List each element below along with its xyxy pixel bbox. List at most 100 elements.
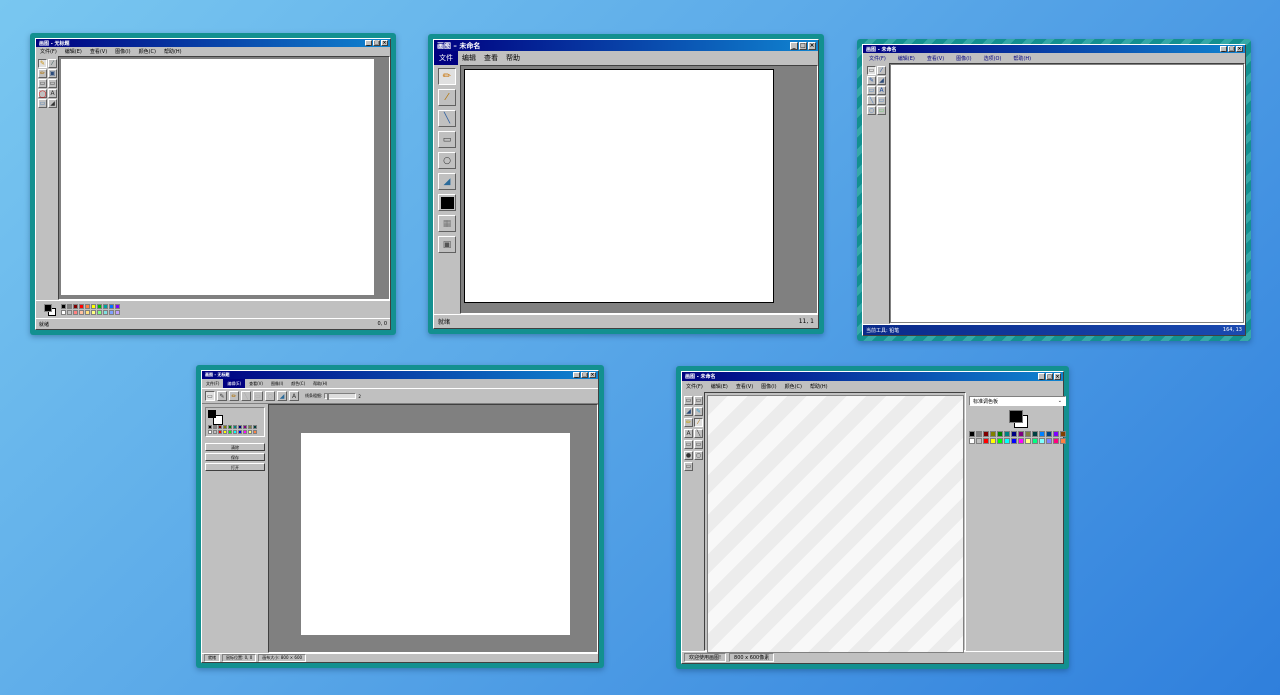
menu-help[interactable]: 帮助(H): [806, 383, 832, 390]
palette-swatch[interactable]: [73, 304, 78, 309]
palette-swatch[interactable]: [208, 430, 212, 434]
palette-swatch[interactable]: [976, 438, 982, 444]
text-tool-icon[interactable]: A: [684, 429, 693, 438]
palette-swatch[interactable]: [1004, 438, 1010, 444]
minimize-icon[interactable]: _: [1220, 46, 1227, 52]
maximize-icon[interactable]: □: [581, 372, 588, 378]
menu-view[interactable]: 查看(V): [921, 55, 950, 62]
palette-swatch[interactable]: [91, 310, 96, 315]
fill-bucket-icon[interactable]: ◢: [877, 76, 886, 85]
palette-swatch[interactable]: [213, 430, 217, 434]
ellipse-tool-icon[interactable]: ○: [694, 451, 703, 460]
palette-swatch[interactable]: [115, 304, 120, 309]
close-icon[interactable]: ×: [808, 41, 816, 50]
brush-tool-icon[interactable]: ✏: [229, 391, 239, 401]
palette-swatch[interactable]: [1060, 431, 1066, 437]
select-tool-icon[interactable]: ▭: [38, 79, 47, 88]
drawing-canvas[interactable]: [890, 64, 1244, 323]
menu-help[interactable]: 帮助(H): [1007, 55, 1037, 62]
fill-bucket-icon[interactable]: ◢: [684, 407, 693, 416]
palette-swatch[interactable]: [73, 310, 78, 315]
palette-swatch[interactable]: [1025, 431, 1031, 437]
pencil-tool-icon[interactable]: ✎: [867, 76, 876, 85]
drawing-canvas[interactable]: [61, 59, 374, 295]
palette-swatch[interactable]: [1053, 438, 1059, 444]
palette-swatch[interactable]: [1053, 431, 1059, 437]
palette-swatch[interactable]: [253, 430, 257, 434]
palette-swatch[interactable]: [1011, 438, 1017, 444]
line-tool-icon[interactable]: ╲: [241, 391, 251, 401]
rounded-rect-icon[interactable]: ▭: [684, 462, 693, 471]
palette-swatch[interactable]: [1060, 438, 1066, 444]
palette-swatch[interactable]: [1025, 438, 1031, 444]
open-button[interactable]: 打开: [205, 463, 265, 471]
palette-swatch[interactable]: [976, 431, 982, 437]
palette-swatch[interactable]: [208, 425, 212, 429]
palette-swatch[interactable]: [1046, 431, 1052, 437]
maximize-icon[interactable]: □: [1228, 46, 1235, 52]
palette-swatch[interactable]: [79, 310, 84, 315]
rectangle-tool-icon[interactable]: ▭: [438, 131, 456, 148]
menu-view[interactable]: 查看(V): [732, 383, 757, 390]
line-width-slider[interactable]: [324, 393, 357, 400]
fill-bucket-icon[interactable]: ◢: [277, 391, 287, 401]
palette-swatch[interactable]: [67, 310, 72, 315]
palette-swatch[interactable]: [990, 431, 996, 437]
minimize-icon[interactable]: _: [1038, 373, 1045, 380]
menu-edit[interactable]: 编辑(E): [707, 383, 732, 390]
palette-swatch[interactable]: [969, 431, 975, 437]
palette-swatch[interactable]: [223, 430, 227, 434]
brush-tool-icon[interactable]: ⁄: [48, 59, 57, 68]
palette-swatch[interactable]: [233, 425, 237, 429]
drawing-canvas[interactable]: [707, 395, 964, 653]
rectangle-tool-icon[interactable]: ▭: [877, 96, 886, 105]
palette-swatch[interactable]: [248, 425, 252, 429]
rectangle-tool-icon[interactable]: ▭: [694, 440, 703, 449]
palette-swatch[interactable]: [969, 438, 975, 444]
free-select-icon[interactable]: ▭: [684, 396, 693, 405]
palette-swatch[interactable]: [97, 310, 102, 315]
text-tool-icon[interactable]: A: [48, 89, 57, 98]
menu-options[interactable]: 选项(O): [978, 55, 1008, 62]
ellipse-tool-icon[interactable]: ○: [265, 391, 275, 401]
palette-swatch[interactable]: [85, 310, 90, 315]
palette-swatch[interactable]: [248, 430, 252, 434]
pencil-tool-icon[interactable]: ✎: [217, 391, 227, 401]
fill-bucket-icon[interactable]: ▣: [48, 69, 57, 78]
color-swatch[interactable]: [438, 194, 456, 211]
palette-swatch[interactable]: [253, 425, 257, 429]
menu-colors[interactable]: 颜色(C): [287, 381, 309, 387]
palette-swatch[interactable]: [1032, 438, 1038, 444]
title-bar[interactable]: 画图 - 无标题 _ □ ×: [202, 371, 598, 379]
palette-swatch[interactable]: [79, 304, 84, 309]
menu-file[interactable]: 文件(F): [863, 55, 892, 62]
drawing-canvas[interactable]: [464, 69, 774, 303]
menu-edit[interactable]: 编辑(E): [61, 48, 86, 55]
minimize-icon[interactable]: _: [573, 372, 580, 378]
palette-swatch[interactable]: [243, 430, 247, 434]
save-button[interactable]: 保存: [205, 453, 265, 461]
pencil-tool-icon[interactable]: ⁄: [694, 418, 703, 427]
eraser-tool-icon[interactable]: ▭: [867, 86, 876, 95]
slider-thumb[interactable]: [327, 393, 330, 400]
palette-swatch[interactable]: [1004, 431, 1010, 437]
fill-bucket-icon[interactable]: ◢: [438, 173, 456, 190]
palette-swatch[interactable]: [997, 431, 1003, 437]
menu-image[interactable]: 图像(I): [267, 381, 287, 387]
palette-swatch[interactable]: [218, 430, 222, 434]
title-bar[interactable]: 画图 - 未命名 _ □ ×: [682, 372, 1063, 381]
menu-file[interactable]: 文件(F): [682, 383, 707, 390]
menu-file[interactable]: 文件(F): [36, 48, 61, 55]
menu-help[interactable]: 帮助(H): [160, 48, 186, 55]
close-icon[interactable]: ×: [381, 40, 388, 46]
palette-swatch[interactable]: [109, 304, 114, 309]
palette-select[interactable]: 标准调色板 ⌄: [969, 396, 1066, 406]
title-bar[interactable]: 画图 - 无标题 _ □ ×: [36, 39, 390, 47]
minimize-icon[interactable]: _: [790, 41, 798, 50]
menu-view[interactable]: 查看(V): [86, 48, 111, 55]
ellipse-tool-icon[interactable]: ○: [438, 152, 456, 169]
palette-swatch[interactable]: [218, 425, 222, 429]
pencil-tool-icon[interactable]: ✏: [438, 68, 456, 85]
maximize-icon[interactable]: □: [1046, 373, 1053, 380]
eyedropper-icon[interactable]: ✎: [694, 407, 703, 416]
